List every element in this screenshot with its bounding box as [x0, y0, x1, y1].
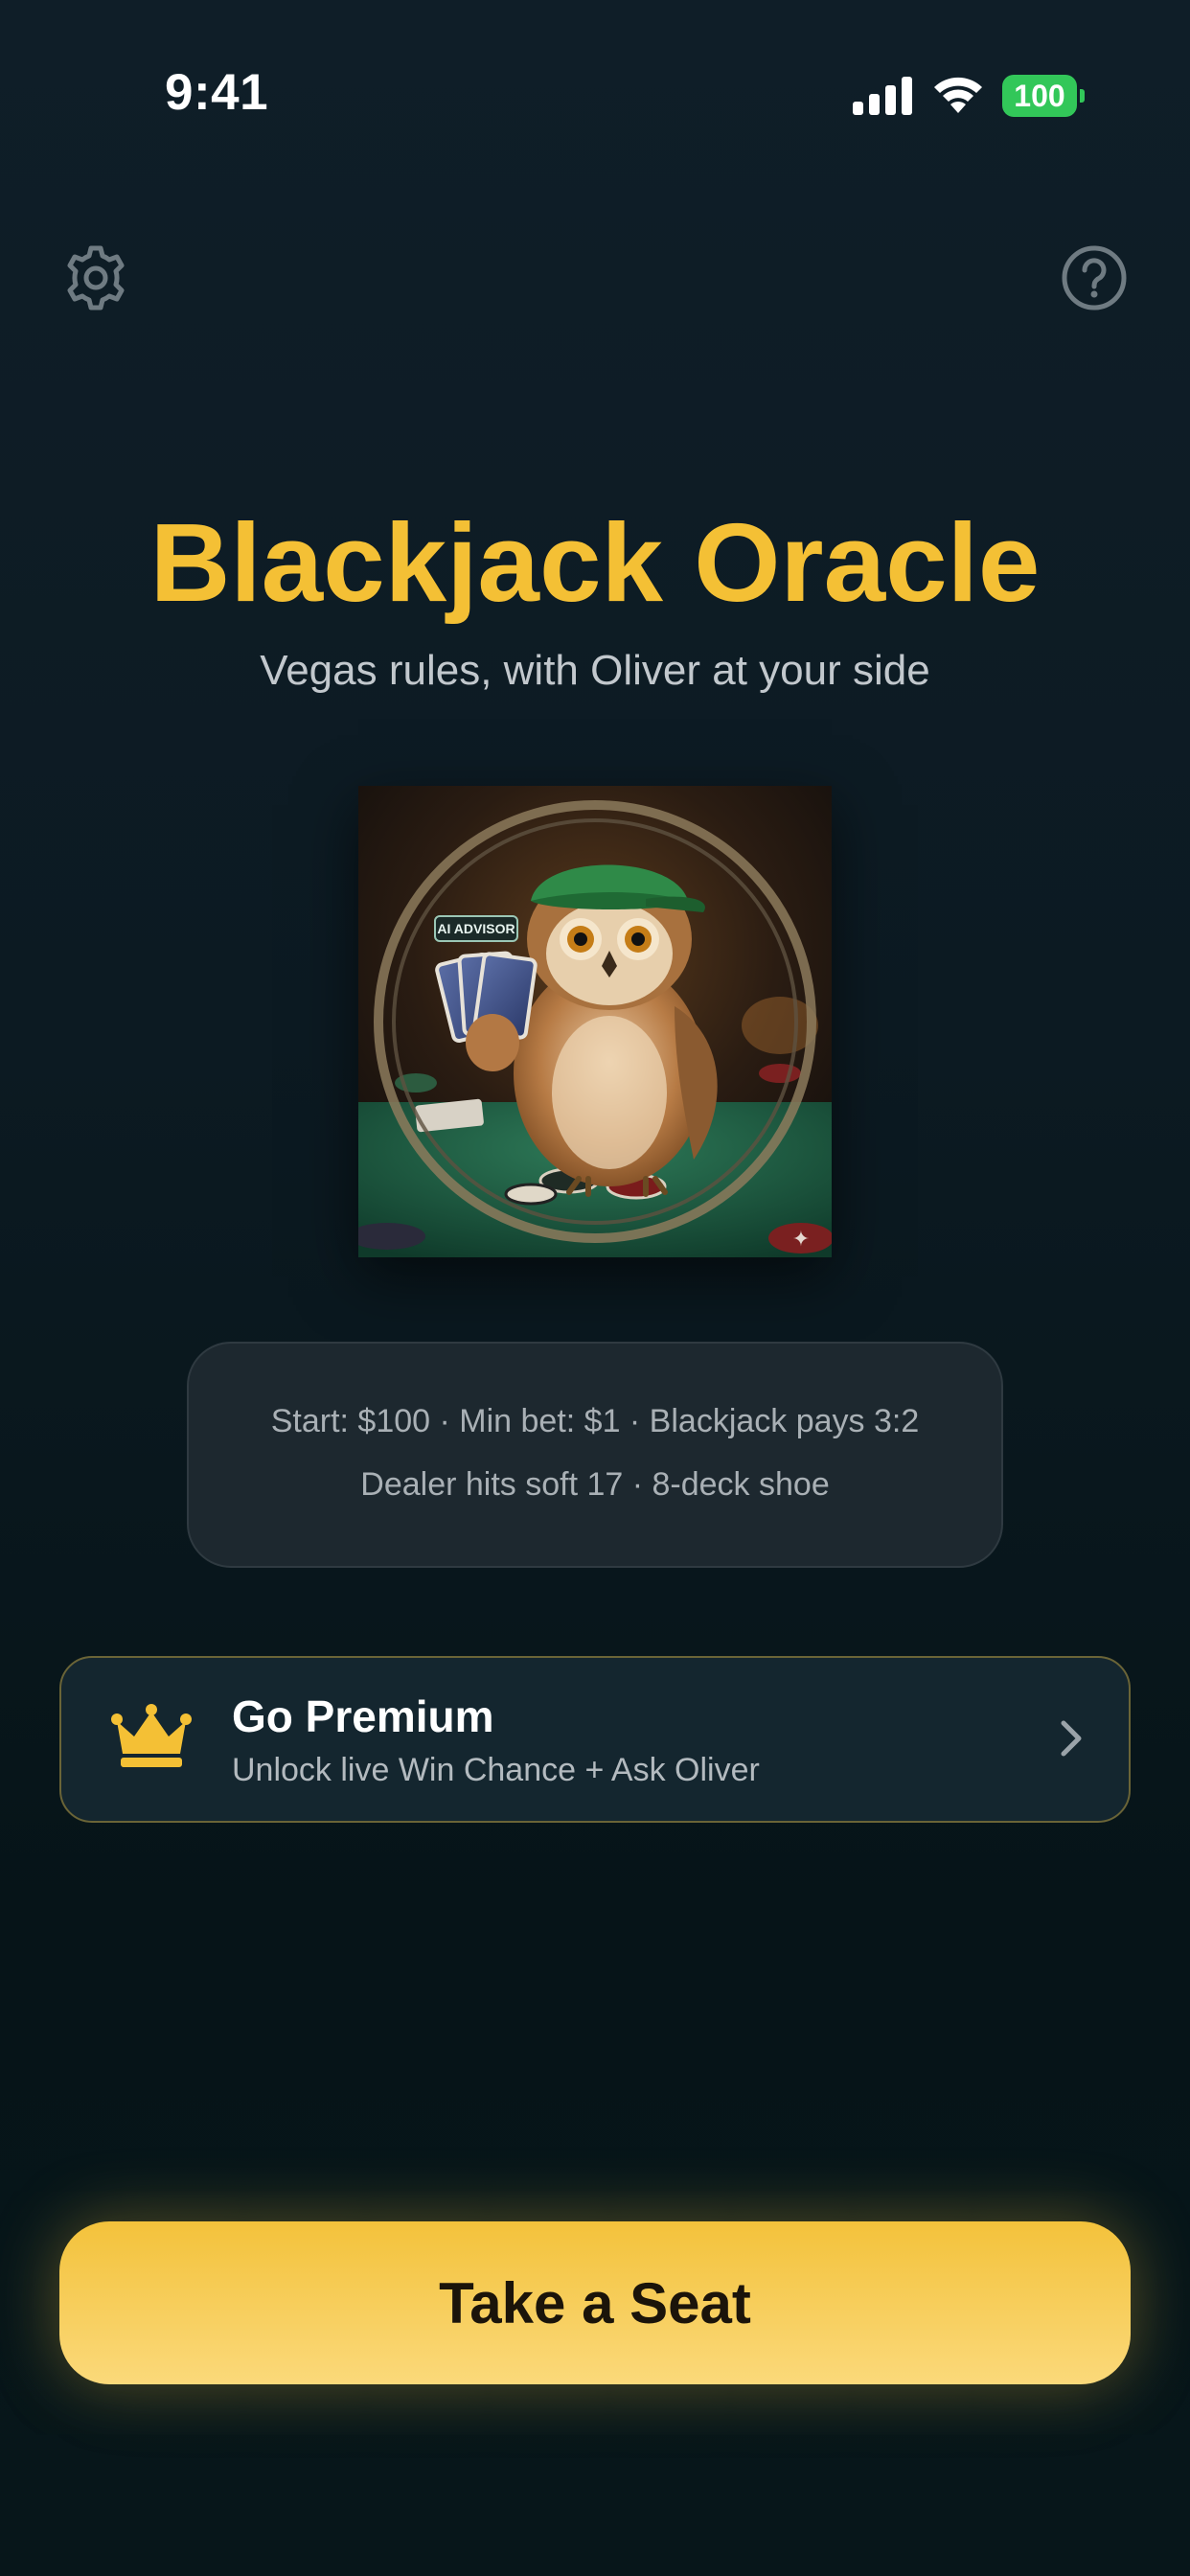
- status-time: 9:41: [165, 64, 269, 121]
- battery-icon: 100: [1002, 75, 1085, 117]
- crown-icon: [111, 1704, 192, 1767]
- owl-advisor-illustration: AI ADVISOR ✦: [358, 786, 832, 1257]
- app-title: Blackjack Oracle: [149, 500, 1041, 625]
- help-icon: [1062, 245, 1127, 310]
- go-premium-button[interactable]: Go Premium Unlock live Win Chance + Ask …: [59, 1656, 1131, 1823]
- wifi-icon: [934, 77, 982, 113]
- take-a-seat-button[interactable]: Take a Seat: [59, 2221, 1131, 2384]
- cellular-signal-icon: [853, 77, 912, 115]
- ai-advisor-badge: AI ADVISOR: [437, 921, 515, 936]
- gear-icon: [67, 245, 125, 310]
- rules-line-1: Start: $100 · Min bet: $1 · Blackjack pa…: [270, 1403, 920, 1439]
- chevron-right-icon: [1061, 1720, 1082, 1757]
- premium-title: Go Premium: [232, 1691, 494, 1741]
- settings-button[interactable]: [61, 243, 130, 312]
- battery-level: 100: [1002, 75, 1077, 117]
- battery-tip: [1080, 89, 1085, 103]
- svg-text:✦: ✦: [792, 1228, 810, 1252]
- app-subtitle: Vegas rules, with Oliver at your side: [260, 647, 930, 694]
- status-bar: 9:41 100: [0, 0, 1190, 192]
- premium-subtitle: Unlock live Win Chance + Ask Oliver: [232, 1752, 760, 1788]
- game-rules-card: Start: $100 · Min bet: $1 · Blackjack pa…: [187, 1342, 1003, 1568]
- rules-line-2: Dealer hits soft 17 · 8-deck shoe: [360, 1466, 830, 1503]
- help-button[interactable]: [1060, 243, 1129, 312]
